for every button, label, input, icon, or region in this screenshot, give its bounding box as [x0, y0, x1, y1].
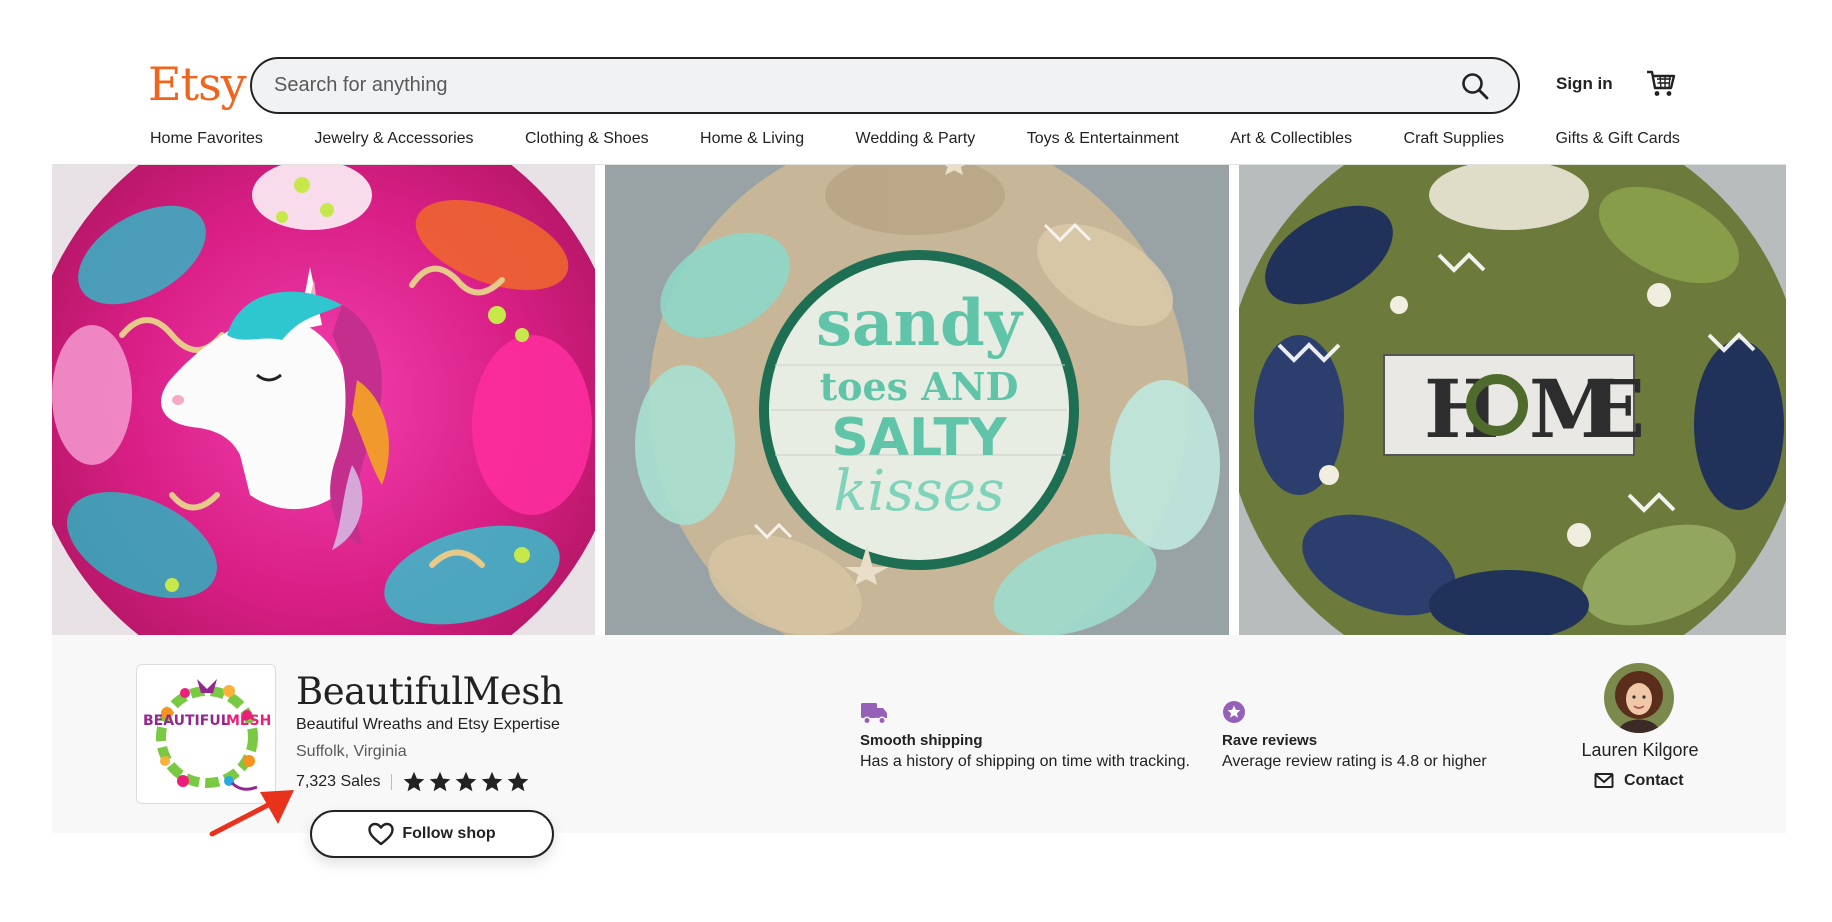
shop-banner: sandy toes AND SALTY kisses H M E: [52, 165, 1786, 635]
follow-shop-button[interactable]: Follow shop: [310, 810, 554, 858]
nav-home-favorites[interactable]: Home Favorites: [150, 130, 263, 154]
feature-rave-reviews: Rave reviews Average review rating is 4.…: [1222, 700, 1487, 771]
owner-avatar[interactable]: [1604, 663, 1674, 733]
nav-jewelry-accessories[interactable]: Jewelry & Accessories: [314, 130, 473, 154]
cart-icon[interactable]: [1645, 67, 1677, 99]
contact-button[interactable]: Contact: [1594, 772, 1684, 790]
banner-image-unicorn-wreath: [52, 165, 595, 635]
star-icon: [481, 771, 502, 792]
feature-description: Average review rating is 4.8 or higher: [1222, 753, 1487, 770]
search-bar[interactable]: Search for anything: [250, 57, 1520, 114]
sales-count[interactable]: 7,323 Sales: [296, 773, 381, 791]
banner-image-beach-wreath: sandy toes AND SALTY kisses: [604, 165, 1230, 635]
truck-icon: [861, 703, 887, 725]
follow-shop-label: Follow shop: [402, 825, 496, 842]
search-input[interactable]: Search for anything: [274, 74, 1460, 97]
nav-craft-supplies[interactable]: Craft Supplies: [1404, 130, 1505, 154]
mail-icon: [1594, 773, 1614, 788]
wreath-sign-kisses: kisses: [833, 459, 1004, 524]
sales-rating-row: 7,323 Sales: [296, 770, 530, 794]
nav-gifts-gift-cards[interactable]: Gifts & Gift Cards: [1555, 130, 1679, 154]
shop-logo-text-mesh: MESH: [226, 713, 271, 729]
nav-wedding-party[interactable]: Wedding & Party: [856, 130, 976, 154]
star-icon: [429, 771, 450, 792]
divider: [390, 774, 392, 790]
feature-title: Rave reviews: [1222, 732, 1318, 749]
banner-image-home-wreath: H M E: [1239, 165, 1786, 635]
wreath-sign-toes-and: toes AND: [819, 364, 1018, 409]
heart-icon: [368, 822, 395, 846]
feature-title: Smooth shipping: [860, 732, 983, 749]
rating-stars[interactable]: [402, 770, 530, 794]
nav-clothing-shoes[interactable]: Clothing & Shoes: [525, 130, 649, 154]
shop-tagline: Beautiful Wreaths and Etsy Expertise: [296, 716, 560, 733]
search-icon[interactable]: [1460, 71, 1490, 101]
owner-name[interactable]: Lauren Kilgore: [1552, 740, 1728, 761]
sign-in-link[interactable]: Sign in: [1556, 74, 1613, 94]
nav-art-collectibles[interactable]: Art & Collectibles: [1230, 130, 1352, 154]
star-badge-icon: [1223, 701, 1245, 723]
shop-name: BeautifulMesh: [296, 670, 564, 713]
nav-home-living[interactable]: Home & Living: [700, 130, 804, 154]
contact-label: Contact: [1624, 772, 1684, 789]
feature-description: Has a history of shipping on time with t…: [860, 753, 1190, 770]
star-icon: [403, 771, 424, 792]
feature-smooth-shipping: Smooth shipping Has a history of shippin…: [860, 700, 1190, 771]
nav-toys-entertainment[interactable]: Toys & Entertainment: [1027, 130, 1179, 154]
shop-location: Suffolk, Virginia: [296, 743, 407, 760]
star-icon: [455, 771, 476, 792]
etsy-logo[interactable]: Etsy: [148, 58, 247, 110]
wreath-sign-e: E: [1584, 362, 1645, 456]
category-nav: Home Favorites Jewelry & Accessories Clo…: [150, 130, 1680, 154]
star-icon: [507, 771, 528, 792]
wreath-sign-sandy: sandy: [816, 286, 1024, 361]
shop-logo[interactable]: BEAUTIFUL MESH: [136, 664, 276, 804]
shop-logo-text-beautiful: BEAUTIFUL: [143, 713, 230, 729]
annotation-arrow-icon: [209, 790, 294, 837]
